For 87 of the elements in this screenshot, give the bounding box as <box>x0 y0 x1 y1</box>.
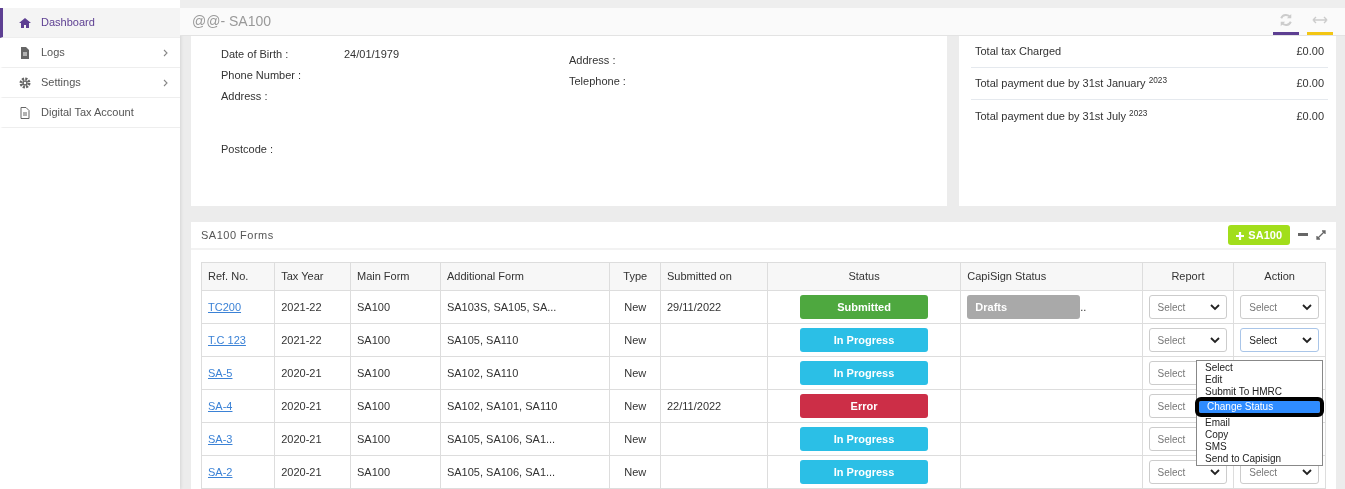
chevron-down-icon <box>1210 303 1221 311</box>
column-header: Type <box>609 262 661 291</box>
table-cell: SA100 <box>350 290 441 324</box>
column-header: CapiSign Status <box>960 262 1143 291</box>
table-cell: SA100 <box>350 356 441 390</box>
chevron-down-icon <box>1210 468 1221 476</box>
table-cell: SA100 <box>350 455 441 489</box>
chevron-down-icon <box>1302 303 1312 311</box>
action-select[interactable]: Select <box>1240 328 1319 352</box>
reference-link[interactable]: TC200 <box>208 300 242 313</box>
summary-amount: £0.00 <box>1296 108 1324 124</box>
table-cell: SA100 <box>350 323 441 357</box>
summary-label: Total payment due by 31st July $^{2023}$ <box>975 107 1148 124</box>
reference-link[interactable]: SA-3 <box>208 432 233 445</box>
capisign-badge: Drafts <box>967 295 1081 319</box>
home-icon <box>19 16 31 29</box>
table-cell: New <box>609 455 661 489</box>
column-header: Action <box>1233 262 1326 291</box>
column-header: Status <box>767 262 961 291</box>
table-cell: SA105, SA110 <box>440 323 610 357</box>
sidebar-item[interactable]: Digital Tax Account <box>0 98 180 128</box>
table-cell: SA102, SA110 <box>440 356 610 390</box>
column-header: Additional Form <box>440 262 610 291</box>
table-cell: 2020-21 <box>274 455 351 489</box>
table-cell: 22/11/2022 <box>660 389 768 423</box>
table-cell: SA102, SA101, SA110 <box>440 389 610 423</box>
chevron-down-icon <box>1302 336 1312 344</box>
status-badge: In Progress <box>800 328 929 352</box>
sidebar-item[interactable]: Settings <box>0 68 180 98</box>
table-cell: SA105, SA106, SA1... <box>440 455 610 489</box>
field-label: Date of Birth : <box>221 47 290 63</box>
column-header: Ref. No. <box>201 262 275 291</box>
field-label: Telephone : <box>569 74 627 90</box>
sidebar-item[interactable]: Logs <box>0 38 180 68</box>
status-badge: In Progress <box>800 427 929 451</box>
ellipsis-text: .. <box>1080 301 1087 313</box>
column-header: Report <box>1142 262 1234 291</box>
column-header: Submitted on <box>660 262 768 291</box>
table-cell: 2020-21 <box>274 389 351 423</box>
page-title: @@- SA100 <box>192 11 271 31</box>
summary-label: Total tax Charged <box>975 44 1062 60</box>
table-cell: New <box>609 290 661 324</box>
settings-icon <box>19 76 31 89</box>
summary-amount: £0.00 <box>1296 44 1324 60</box>
table-cell: New <box>609 323 661 357</box>
table-cell: SA100 <box>350 389 441 423</box>
reference-link[interactable]: T.C 123 <box>208 333 246 346</box>
status-badge: In Progress <box>800 460 929 484</box>
menu-option[interactable]: Email <box>1197 417 1322 429</box>
table-cell: 29/11/2022 <box>660 290 768 324</box>
table-cell: 2021-22 <box>274 290 351 324</box>
minimize-icon[interactable] <box>1298 233 1308 237</box>
table-cell: SA103S, SA105, SA... <box>440 290 610 324</box>
table-cell: 2021-22 <box>274 323 351 357</box>
table-cell: New <box>609 422 661 456</box>
reference-link[interactable]: SA-5 <box>208 366 233 379</box>
action-select[interactable]: Select <box>1240 295 1319 319</box>
reference-link[interactable]: SA-4 <box>208 399 233 412</box>
chevron-down-icon <box>1302 468 1312 476</box>
summary-amount: £0.00 <box>1296 76 1324 92</box>
chevron-down-icon <box>1210 336 1221 344</box>
table-cell: SA100 <box>350 422 441 456</box>
status-badge: Error <box>800 394 929 418</box>
table-cell: 2020-21 <box>274 422 351 456</box>
status-badge: In Progress <box>800 361 929 385</box>
status-badge: Submitted <box>800 295 929 319</box>
sidebar-item[interactable]: Dashboard <box>0 8 180 38</box>
table-cell: 2020-21 <box>274 356 351 390</box>
field-label: Phone Number : <box>221 68 303 84</box>
field-label: Address : <box>221 89 269 105</box>
plus-icon <box>1236 231 1245 240</box>
panel-title: SA100 Forms <box>201 227 274 243</box>
report-select[interactable]: Select <box>1148 328 1228 352</box>
document-icon <box>19 46 31 59</box>
reference-link[interactable]: SA-2 <box>208 465 233 478</box>
field-value: 24/01/1979 <box>344 47 400 63</box>
field-label: Address : <box>569 53 617 69</box>
table-cell: New <box>609 389 661 423</box>
table-cell: New <box>609 356 661 390</box>
summary-label: Total payment due by 31st January $^{2023}$ <box>975 75 1168 92</box>
fullscreen-icon[interactable] <box>1316 230 1326 240</box>
document-icon <box>19 106 31 119</box>
column-header: Main Form <box>350 262 441 291</box>
table-cell: SA105, SA106, SA1... <box>440 422 610 456</box>
field-label: Postcode : <box>221 142 274 158</box>
column-header: Tax Year <box>274 262 351 291</box>
report-select[interactable]: Select <box>1148 295 1228 319</box>
